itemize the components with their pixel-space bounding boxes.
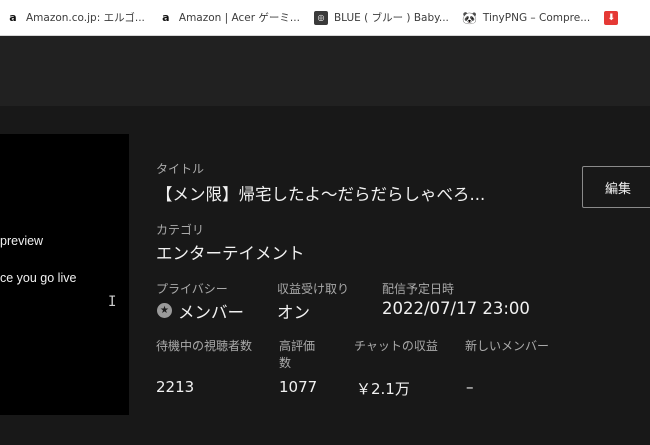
bookmark-tinypng[interactable]: 🐼 TinyPNG – Compre... <box>457 0 598 35</box>
edit-button[interactable]: 編集 <box>582 166 650 208</box>
chat-revenue-label: チャットの収益 <box>354 339 438 353</box>
likes-label: 高評価数 <box>279 339 316 370</box>
bookmark-amazon-acer[interactable]: a Amazon | Acer ゲーミ... <box>153 0 308 35</box>
top-bar <box>0 36 650 106</box>
stream-preview: preview ce you go live <box>0 134 129 415</box>
blue-site-icon: ◎ <box>313 10 328 25</box>
member-star-icon: ★ <box>157 303 172 318</box>
waiting-viewers-label: 待機中の視聴者数 <box>156 339 253 353</box>
monetize-label: 収益受け取り <box>277 282 350 296</box>
bookmark-red-icon: ⬇ <box>604 10 619 25</box>
likes-value: 1077 <box>279 378 318 396</box>
tinypng-icon: 🐼 <box>462 10 478 25</box>
chat-revenue-value: ￥2.1万 <box>356 380 410 398</box>
privacy-label: プライバシー <box>156 282 228 296</box>
bookmark-red[interactable]: ⬇ <box>598 0 632 35</box>
monetize-value: オン <box>277 303 310 322</box>
schedule-label: 配信予定日時 <box>382 282 455 296</box>
new-members-label: 新しいメンバー <box>465 339 550 353</box>
title-value: 【メン限】帰宅したよ～だらだらしゃべろ... <box>156 185 486 204</box>
text-cursor-icon: I <box>108 294 117 310</box>
bookmark-blue-baby[interactable]: ◎ BLUE ( ブルー ) Baby... <box>308 0 457 35</box>
schedule-value: 2022/07/17 23:00 <box>382 299 530 318</box>
bookmark-label: Amazon.co.jp: エルゴ... <box>26 12 145 24</box>
bookmarks-bar: a Amazon.co.jp: エルゴ... a Amazon | Acer ゲ… <box>0 0 650 36</box>
title-label: タイトル <box>156 162 205 176</box>
bookmark-label: TinyPNG – Compre... <box>482 11 591 24</box>
category-label: カテゴリ <box>156 223 205 237</box>
preview-text-2: ce you go live <box>0 271 77 285</box>
new-members-value: – <box>466 378 474 396</box>
bookmark-amazon-ergo[interactable]: a Amazon.co.jp: エルゴ... <box>0 0 153 35</box>
bookmark-label: Amazon | Acer ゲーミ... <box>178 12 300 24</box>
waiting-viewers-value: 2213 <box>156 378 195 396</box>
privacy-value: メンバー <box>178 303 244 322</box>
preview-text-1: preview <box>0 234 44 248</box>
bookmark-label: BLUE ( ブルー ) Baby... <box>333 12 449 24</box>
amazon-icon: a <box>162 11 170 24</box>
amazon-icon: a <box>9 11 17 24</box>
category-value: エンターテイメント <box>156 244 305 263</box>
